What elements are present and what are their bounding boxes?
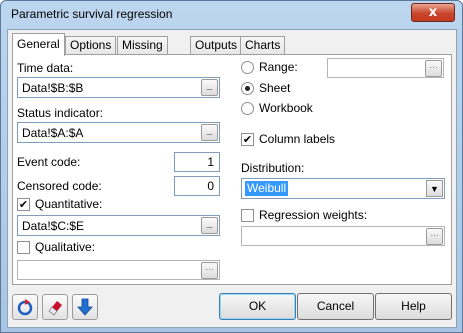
radio-selected-dot [245,86,250,91]
qualitative-checkbox[interactable] [17,241,30,254]
censored-code-label: Censored code: [17,179,102,193]
distribution-label: Distribution: [241,161,305,175]
column-labels-label: Column labels [259,132,336,146]
quantitative-label: Quantitative: [35,197,103,211]
range-select-button[interactable]: ... [425,60,442,77]
eraser-icon [48,301,62,316]
quantitative-field[interactable]: Data!$C:$E _ [17,215,220,236]
event-code-label: Event code: [17,155,81,169]
arrow-down-icon [77,298,93,316]
reset-button[interactable] [12,294,38,320]
button-bar: OK Cancel Help [8,288,456,328]
range-field[interactable]: ... [327,58,444,78]
sheet-radio[interactable] [241,82,254,95]
event-code-input[interactable]: 1 [174,152,220,172]
help-button[interactable]: Help [375,293,452,320]
quantitative-checkbox[interactable]: ✔ [17,198,30,211]
tab-charts[interactable]: Charts [240,36,286,55]
tab-missing-data[interactable]: Missing data [117,36,168,69]
reset-icon [17,299,33,316]
close-button[interactable]: x [411,3,455,22]
status-indicator-label: Status indicator: [17,106,104,120]
regression-weights-label: Regression weights: [259,208,368,222]
dialog-client-area: General Options Missing data Outputs Cha… [7,29,457,328]
censored-code-input[interactable]: 0 [174,176,220,196]
quantitative-value: Data!$C:$E [22,219,85,233]
move-down-button[interactable] [72,294,98,320]
distribution-select[interactable]: Weibull ▼ [241,178,445,199]
window-title: Parametric survival regression [11,7,173,21]
workbook-radio-label: Workbook [259,101,313,115]
time-data-select-button[interactable]: _ [201,79,218,96]
tab-outputs[interactable]: Outputs [190,36,243,55]
regression-weights-checkbox[interactable] [241,209,254,222]
tab-general[interactable]: General [12,33,65,56]
status-indicator-value: Data!$A:$A [22,126,84,140]
regression-weights-select-button[interactable]: ... [426,228,443,245]
status-indicator-select-button[interactable]: _ [201,124,218,141]
general-panel: Time data: Data!$B:$B _ Status indicator… [12,54,452,285]
regression-weights-field[interactable]: ... [241,226,445,246]
status-indicator-field[interactable]: Data!$A:$A _ [17,122,220,143]
time-data-field[interactable]: Data!$B:$B _ [17,77,220,98]
clear-button[interactable] [42,294,68,320]
column-labels-checkbox[interactable]: ✔ [241,133,254,146]
time-data-value: Data!$B:$B [22,81,84,95]
distribution-selected-value: Weibull [245,181,289,196]
quantitative-select-button[interactable]: _ [201,217,218,234]
range-radio-label: Range: [259,60,298,74]
title-bar[interactable]: Parametric survival regression x [1,1,462,29]
chevron-down-icon[interactable]: ▼ [426,180,443,197]
qualitative-field[interactable]: ... [17,260,220,280]
sheet-radio-label: Sheet [259,81,291,95]
qualitative-label: Qualitative: [35,240,96,254]
cancel-button[interactable]: Cancel [297,293,374,320]
ok-button[interactable]: OK [219,293,296,320]
qualitative-select-button[interactable]: ... [201,262,218,279]
range-radio[interactable] [241,61,254,74]
tab-options[interactable]: Options [65,36,117,55]
time-data-label: Time data: [17,61,74,75]
dialog-window: Parametric survival regression x General… [0,0,463,333]
workbook-radio[interactable] [241,102,254,115]
